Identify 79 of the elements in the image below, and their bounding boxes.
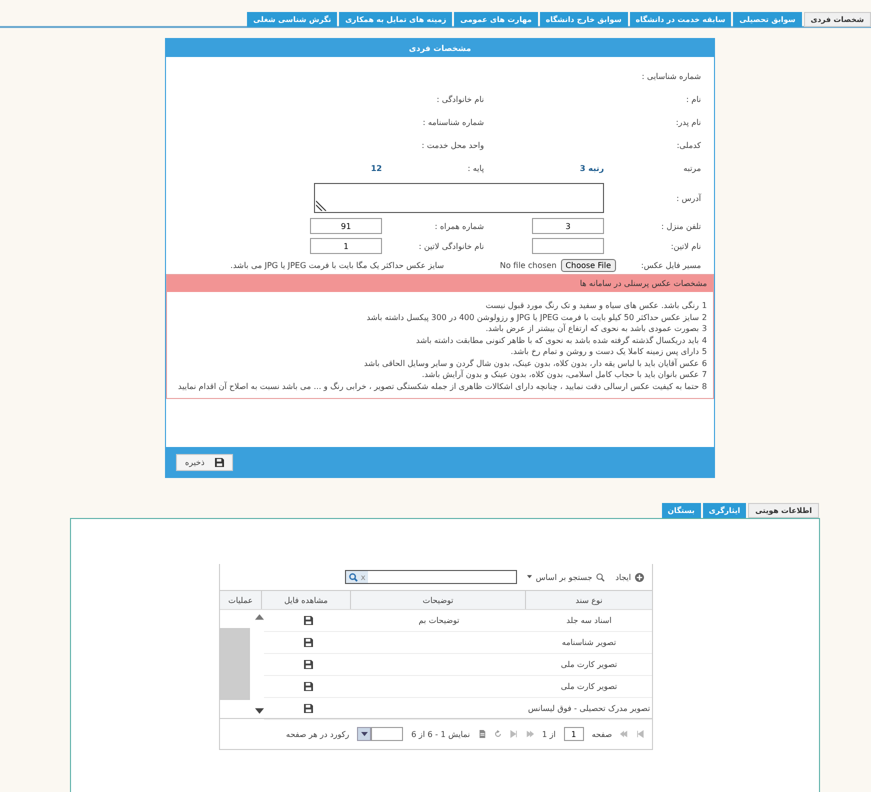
- rule-text: عکس آقایان باید با لباس یقه دار، بدون کلاه، بدون عینک، بدون شال گردن و سایر وسایل الحاقی باشد: [364, 358, 699, 369]
- file-status: No file chosen: [500, 260, 557, 270]
- input-field[interactable]: 1: [310, 238, 382, 254]
- page-size-field[interactable]: [371, 727, 404, 741]
- search-icon[interactable]: [348, 572, 358, 582]
- rule-number: 4: [702, 334, 707, 346]
- resize-grip-icon[interactable]: [316, 199, 328, 211]
- field-label: نام پدر:: [676, 118, 701, 127]
- save-icon[interactable]: [304, 660, 312, 669]
- field-label: آدرس :: [676, 194, 701, 202]
- rule-text: سایز عکس حداکثر 50 کیلو بایت با فرمت JPEG یا JPG و رزولوشن 400 در 300 پیکسل داشته باشد: [366, 312, 699, 323]
- field-label: شماره شناسایی :: [642, 72, 701, 81]
- table-cell-text: تصویر شناسنامه: [560, 638, 618, 647]
- field-label: پایه :: [468, 164, 484, 173]
- field-label: شماره همراه :: [434, 222, 484, 230]
- page-label: صفحه: [592, 730, 612, 738]
- rule-number: 2: [702, 312, 707, 323]
- document-icon[interactable]: [478, 730, 486, 738]
- field-label: کدملی:: [676, 141, 701, 150]
- table-cell-text: تصویر کارت ملی: [560, 682, 618, 691]
- page-count: از 1: [542, 730, 556, 738]
- field-value: رتبه 3: [580, 164, 604, 173]
- rule-number: 1: [702, 300, 707, 312]
- rule-text: دارای پس زمینه کاملا یک دست و روشن و تمام رخ باشد.: [510, 346, 699, 358]
- rule-number: 7: [702, 369, 707, 380]
- rule-number: 5: [702, 346, 707, 358]
- column-header[interactable]: عملیات: [220, 591, 261, 609]
- table-cell-text: اسناد سه جلد: [565, 616, 613, 625]
- save-icon: [214, 458, 224, 466]
- column-header[interactable]: توضیحات: [350, 591, 525, 609]
- field-label: تلفن منزل :: [661, 222, 701, 230]
- create-button[interactable]: ایجاد: [615, 572, 644, 582]
- field-label: نام لاتین:: [670, 242, 701, 250]
- field-label: نام خانوادگی :: [436, 95, 484, 104]
- field-label: نام خانوادگی لاتین :: [418, 242, 484, 250]
- scroll-up-icon[interactable]: [255, 614, 264, 620]
- rule-number: 8: [702, 380, 707, 392]
- address-field[interactable]: [314, 183, 604, 213]
- input-field[interactable]: 3: [532, 218, 604, 234]
- dropdown-button[interactable]: [357, 727, 372, 741]
- records-per-page-label: رکورد در هر صفحه: [286, 730, 350, 738]
- input-field[interactable]: 91: [310, 218, 382, 234]
- save-icon[interactable]: [304, 704, 312, 713]
- record-range: نمایش 1 - 6 از 6: [411, 730, 470, 738]
- field-label: مسیر فایل عکس:: [641, 260, 701, 270]
- file-note: سایز عکس حداکثر یک مگا بایت با فرمت JPEG یا JPG می باشد.: [230, 260, 445, 270]
- column-header[interactable]: نوع سند: [525, 591, 652, 609]
- rule-text: بصورت عمودی باشد به نحوی که ارتفاع آن بیشتر از عرض باشد.: [486, 323, 699, 334]
- rule-text: عکس بانوان باید با حجاب کامل اسلامی، بدون کلاه، بدون عینک و بدون آرایش باشد.: [422, 369, 699, 380]
- field-label: واحد محل خدمت :: [422, 141, 484, 150]
- panel-title: مشخصات فردی: [408, 44, 472, 52]
- table-cell: توضیحات بم: [418, 616, 460, 625]
- scroll-down-icon[interactable]: [255, 708, 264, 714]
- page-input[interactable]: 1: [564, 727, 584, 741]
- rule-text: حتما به کیفیت عکس ارسالی دقت نمایید ، چنانچه دارای اشکالات ظاهری از جمله شکستگی تصویر ، خرابی رنگ و ... می باشد نسبت به اصلاح آن اقدام نمایید: [178, 380, 699, 392]
- save-icon[interactable]: [304, 682, 312, 691]
- save-icon[interactable]: [304, 616, 312, 625]
- search-by-dropdown[interactable]: جستجو بر اساس: [526, 572, 606, 582]
- plus-circle-icon: [635, 572, 644, 582]
- column-header[interactable]: مشاهده فایل: [261, 591, 350, 609]
- caret-icon: [360, 732, 368, 736]
- table-cell-text: تصویر مدرک تحصیلی - فوق لیسانس: [526, 704, 652, 713]
- table-cell-text: تصویر کارت ملی: [560, 660, 618, 669]
- save-button[interactable]: ذخیره: [176, 454, 233, 470]
- save-icon[interactable]: [304, 638, 312, 647]
- field-label: مرتبه: [683, 164, 701, 173]
- field-value: 12: [370, 164, 382, 173]
- rule-number: 3: [702, 323, 707, 334]
- rule-text: رنگی باشد. عکس های سیاه و سفید و تک رنگ مورد قبول نیست: [486, 300, 699, 312]
- rule-number: 6: [702, 358, 707, 369]
- caret-icon: [526, 575, 532, 579]
- input-field[interactable]: [532, 238, 604, 254]
- choose-file-button[interactable]: Choose File: [560, 258, 616, 272]
- rule-text: باید دریکسال گذشته گرفته شده باشد به نحوی که با ظاهر کنونی مطابقت داشته باشد: [416, 334, 699, 346]
- field-label: نام :: [686, 95, 701, 104]
- search-icon: [596, 572, 606, 582]
- refresh-icon[interactable]: [494, 730, 502, 738]
- field-label: شماره شناسنامه :: [422, 118, 484, 127]
- rules-title: مشخصات عکس پرسنلی در سامانه ها: [580, 279, 707, 288]
